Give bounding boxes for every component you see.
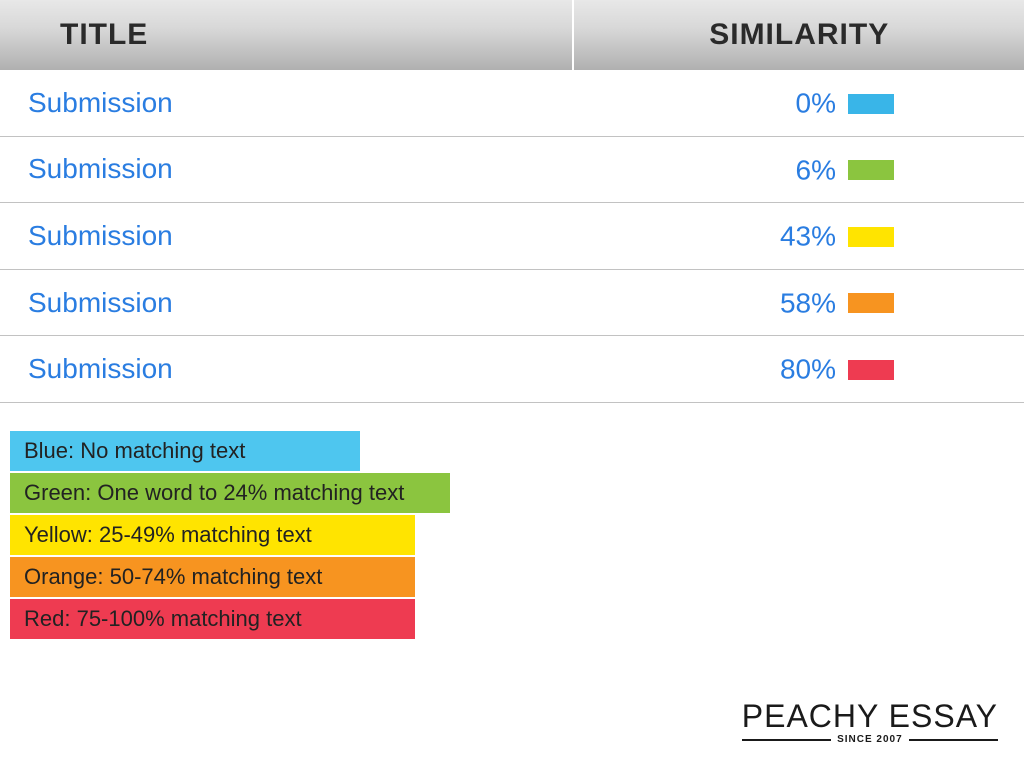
table-header-row: TITLE SIMILARITY <box>0 0 1024 70</box>
table-row: Submission 0% <box>0 70 1024 136</box>
similarity-cell: 0% <box>573 70 1024 136</box>
similarity-table: TITLE SIMILARITY Submission 0% Submission 6… <box>0 0 1024 403</box>
similarity-cell: 6% <box>573 136 1024 203</box>
brand-since: SINCE 2007 <box>831 734 909 745</box>
submission-title[interactable]: Submission <box>0 269 573 336</box>
table-row: Submission 43% <box>0 203 1024 270</box>
legend-item: Blue: No matching text <box>10 431 360 471</box>
similarity-cell: 58% <box>573 269 1024 336</box>
similarity-swatch <box>848 227 894 247</box>
table-row: Submission 6% <box>0 136 1024 203</box>
brand-name: PEACHY ESSAY <box>742 700 998 732</box>
similarity-percent: 43% <box>780 221 836 252</box>
table-row: Submission 80% <box>0 336 1024 403</box>
similarity-percent: 0% <box>796 88 836 119</box>
col-similarity: SIMILARITY <box>573 0 1024 70</box>
brand-underline: SINCE 2007 <box>742 734 998 745</box>
brand-logo: PEACHY ESSAY SINCE 2007 <box>742 700 998 745</box>
color-legend: Blue: No matching textGreen: One word to… <box>10 431 450 641</box>
submission-title[interactable]: Submission <box>0 336 573 403</box>
similarity-swatch <box>848 94 894 114</box>
col-title: TITLE <box>0 0 573 70</box>
submission-title[interactable]: Submission <box>0 136 573 203</box>
legend-item: Red: 75-100% matching text <box>10 599 415 639</box>
similarity-percent: 6% <box>796 154 836 185</box>
similarity-cell: 43% <box>573 203 1024 270</box>
similarity-percent: 58% <box>780 287 836 318</box>
similarity-swatch <box>848 160 894 180</box>
submission-title[interactable]: Submission <box>0 70 573 136</box>
legend-item: Yellow: 25-49% matching text <box>10 515 415 555</box>
legend-item: Green: One word to 24% matching text <box>10 473 450 513</box>
table-row: Submission 58% <box>0 269 1024 336</box>
submission-title[interactable]: Submission <box>0 203 573 270</box>
legend-item: Orange: 50-74% matching text <box>10 557 415 597</box>
similarity-cell: 80% <box>573 336 1024 403</box>
similarity-percent: 80% <box>780 354 836 385</box>
similarity-swatch <box>848 360 894 380</box>
similarity-swatch <box>848 293 894 313</box>
